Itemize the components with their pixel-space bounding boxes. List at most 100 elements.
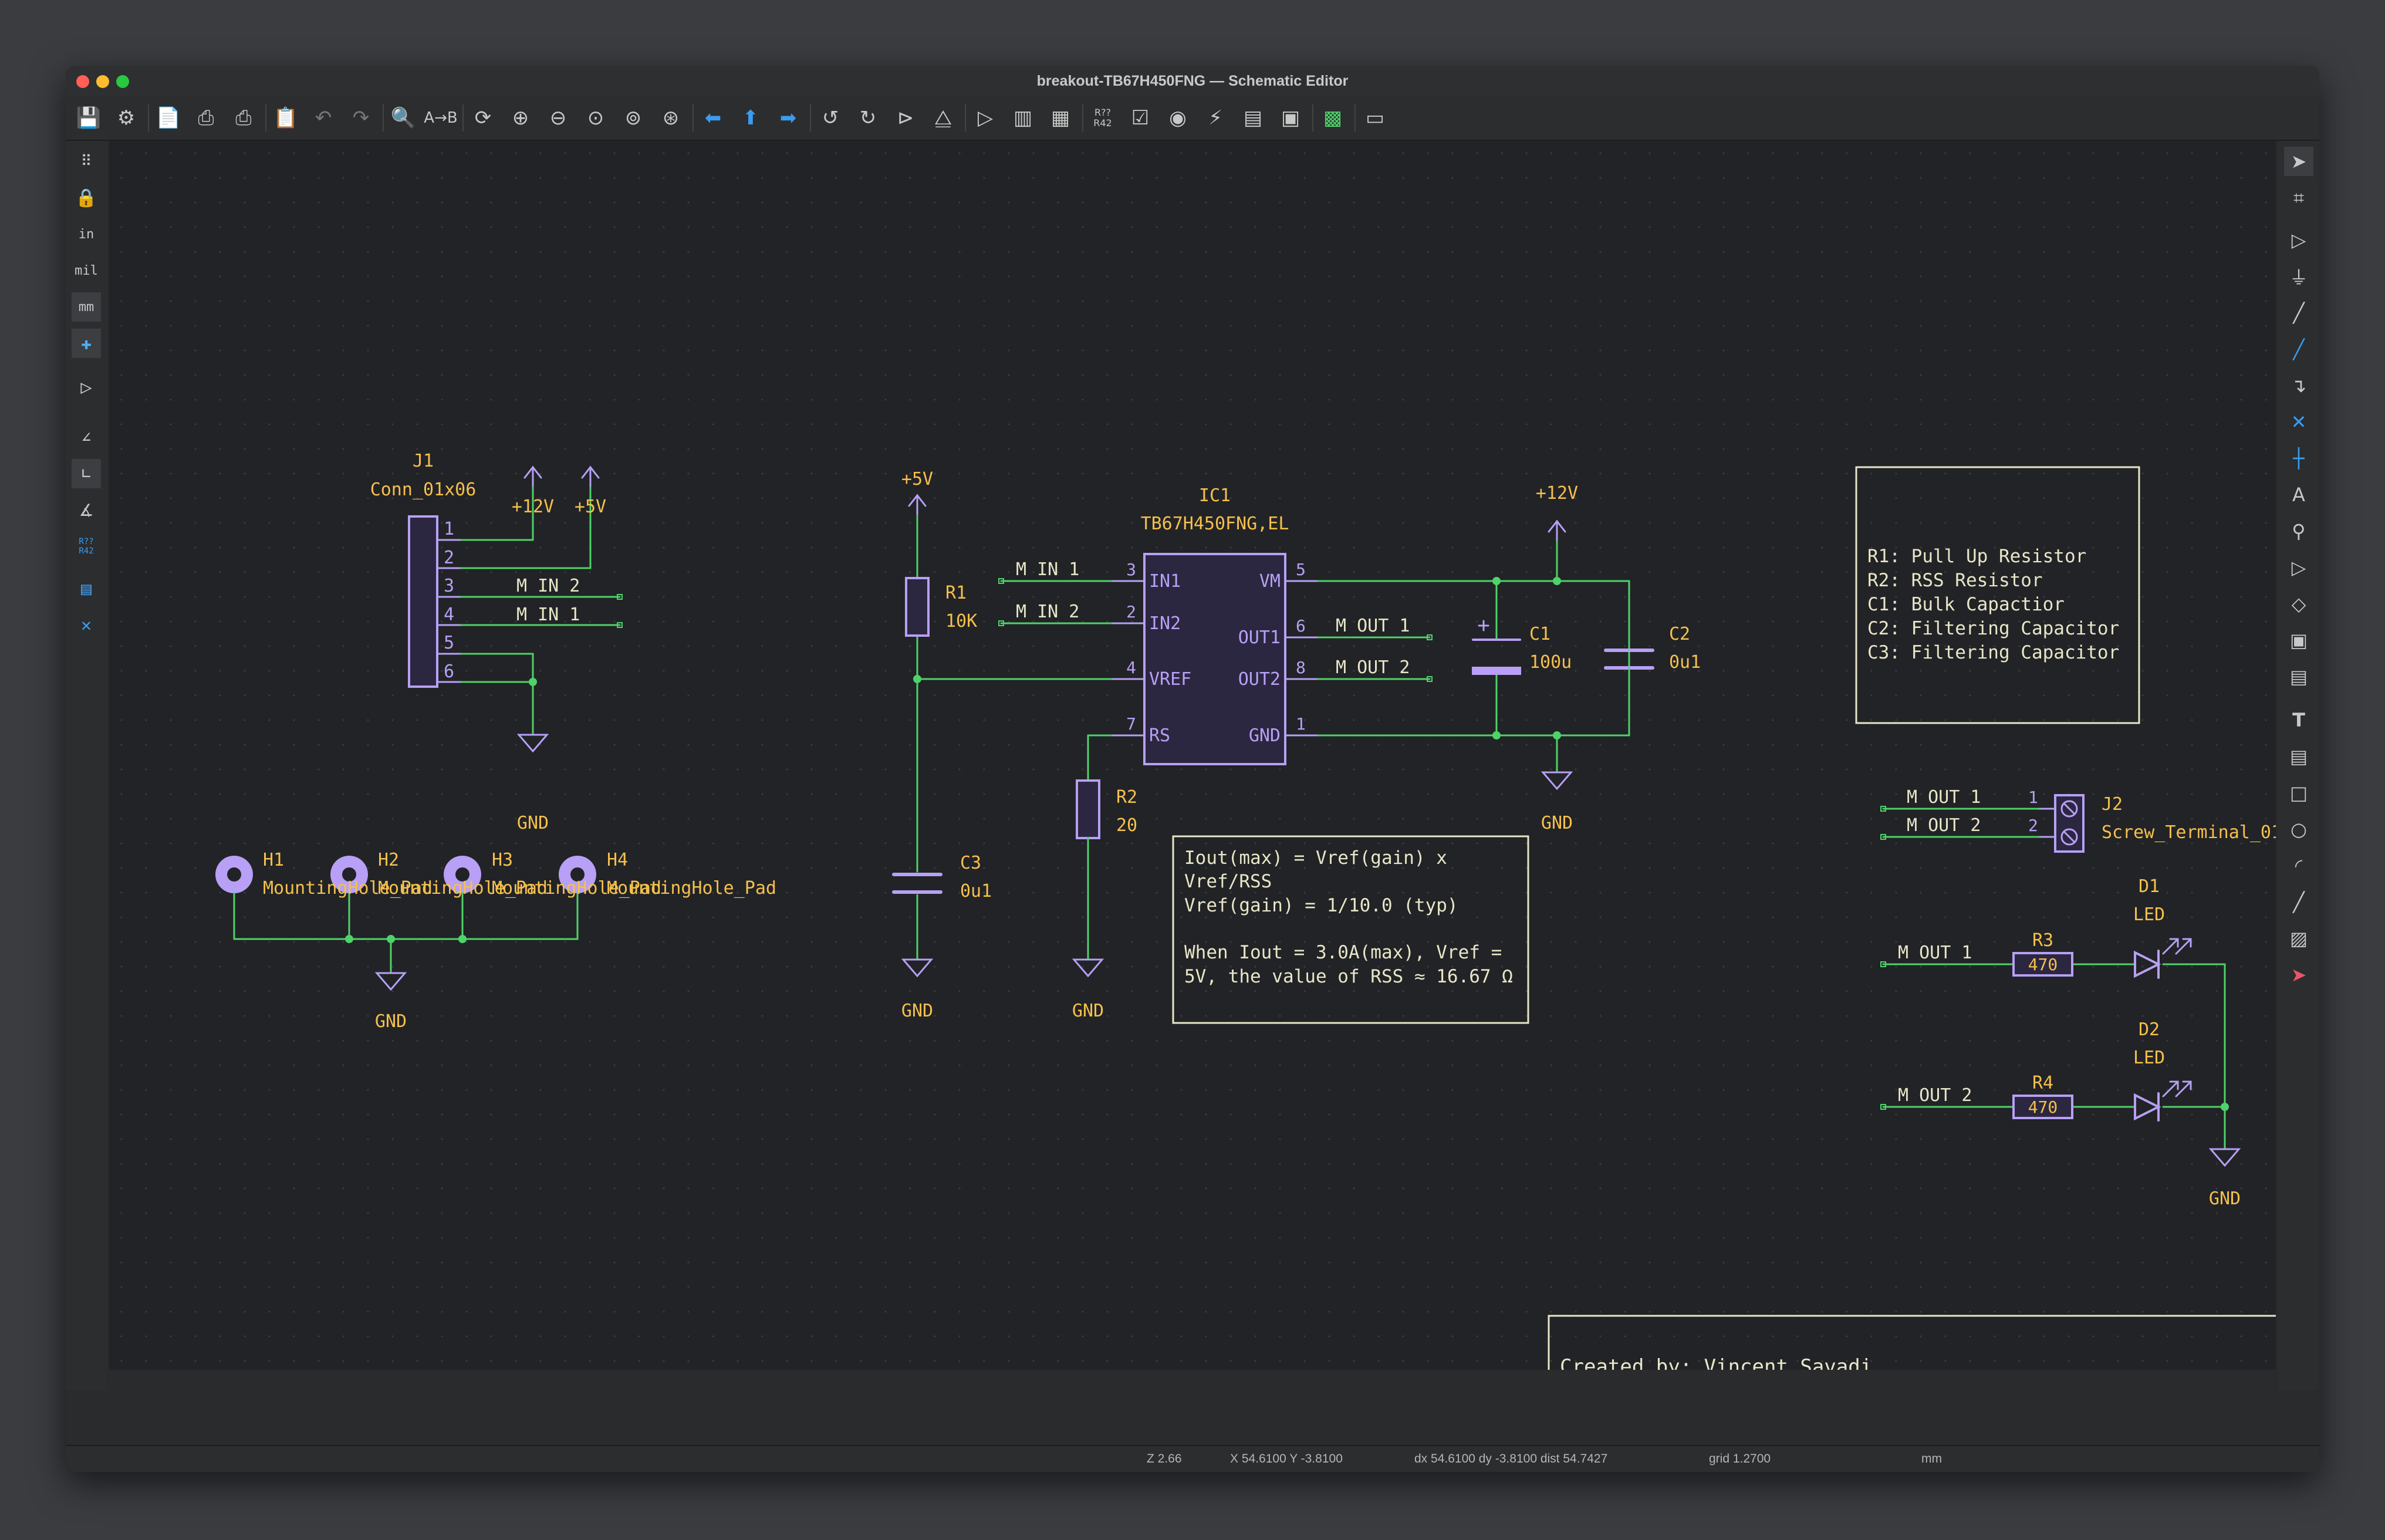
redo-icon[interactable]: ↷ [346, 103, 376, 133]
add-textbox-icon[interactable]: ▤ [2284, 742, 2313, 771]
d1-value: LED [2133, 904, 2165, 925]
add-rectangle-icon[interactable]: □ [2284, 778, 2313, 808]
h2-reference: H2 [378, 850, 399, 870]
d2-led[interactable] [2134, 1080, 2192, 1122]
paste-icon[interactable]: 📋 [271, 103, 300, 133]
gnd-symbol-j1[interactable] [516, 734, 549, 753]
add-image-icon[interactable]: ▨ [2284, 924, 2313, 953]
r2-gnd-label: GND [1072, 1001, 1104, 1021]
j2-label-mout1: M OUT 1 [1907, 787, 1981, 808]
minimize-window-button[interactable] [96, 75, 109, 88]
find-replace-icon[interactable]: A→B [424, 103, 457, 133]
add-circle-icon[interactable]: ○ [2284, 815, 2313, 844]
rotate-ccw-icon[interactable]: ↺ [816, 103, 845, 133]
zoom-in-icon[interactable]: ⊕ [506, 103, 535, 133]
zoom-fit-icon[interactable]: ⊙ [581, 103, 610, 133]
bom-icon[interactable]: ▤ [1238, 103, 1268, 133]
symbol-browser-icon[interactable]: ▥ [1008, 103, 1038, 133]
gnd-symbol-ic[interactable] [1541, 771, 1573, 791]
highlight-net-icon[interactable]: ⌗ [2284, 183, 2313, 212]
r1-resistor[interactable] [905, 577, 930, 637]
add-bus-entry-icon[interactable]: ↴ [2284, 371, 2313, 400]
power-12v-j1[interactable] [523, 465, 542, 487]
hierarchy-navigator-icon[interactable]: ▷ [72, 372, 101, 401]
undo-icon[interactable]: ↶ [309, 103, 338, 133]
settings-tools-icon[interactable]: ✕ [72, 610, 101, 640]
units-mil-button[interactable]: mil [72, 256, 101, 285]
j1-5v-label: +5V [575, 497, 606, 517]
add-text-icon[interactable]: T [2284, 705, 2313, 735]
save-icon[interactable]: 💾 [74, 103, 103, 133]
netlist-icon[interactable]: ⚡ [1201, 103, 1230, 133]
symbol-editor-icon[interactable]: ▷ [971, 103, 1000, 133]
zoom-objects-icon[interactable]: ⊚ [619, 103, 648, 133]
add-wire-icon[interactable]: ╱ [2284, 298, 2313, 327]
grid-toggle-icon[interactable]: ⠿ [72, 147, 101, 176]
r4-reference: R4 [2032, 1073, 2053, 1093]
add-junction-icon[interactable]: ┼ [2284, 444, 2313, 473]
import-sheet-pin-icon[interactable]: ▤ [2284, 662, 2313, 691]
navigate-up-icon[interactable]: ⬆ [736, 103, 765, 133]
schematic-setup-icon[interactable]: ⚙ [112, 103, 141, 133]
navigate-back-icon[interactable]: ⬅ [698, 103, 728, 133]
add-arc-icon[interactable]: ◜ [2284, 851, 2313, 880]
r2-value: 20 [1116, 815, 1137, 836]
units-mm-button[interactable]: mm [72, 292, 101, 322]
no-connect-icon[interactable]: ✕ [2284, 407, 2313, 437]
maximize-window-button[interactable] [116, 75, 129, 88]
add-symbol-icon[interactable]: ▷ [2284, 225, 2313, 255]
find-icon[interactable]: 🔍 [389, 103, 418, 133]
annotate-icon[interactable]: R?? R42 [1088, 103, 1117, 133]
power-5v-r1[interactable] [908, 494, 927, 515]
j2-terminal[interactable] [2039, 794, 2085, 853]
ic1-pin-num-3: 3 [1126, 560, 1136, 579]
add-global-label-icon[interactable]: ▷ [2284, 553, 2313, 582]
d1-led[interactable] [2134, 938, 2192, 979]
annotate-left-icon[interactable]: R?? R42 [72, 532, 101, 561]
refresh-icon[interactable]: ⟳ [468, 103, 498, 133]
add-sheet-icon[interactable]: ▣ [2284, 626, 2313, 655]
gnd-symbol-c3[interactable] [901, 958, 934, 978]
bom-generate-icon[interactable]: ▣ [1276, 103, 1305, 133]
mirror-h-icon[interactable]: ⧋ [928, 103, 958, 133]
page-settings-icon[interactable]: 📄 [154, 103, 183, 133]
power-12v-ic[interactable] [1548, 519, 1566, 541]
simulator-icon[interactable]: ◉ [1163, 103, 1192, 133]
gnd-symbol-leds[interactable] [2208, 1148, 2241, 1167]
delete-tool-icon[interactable]: ➤ [2284, 960, 2313, 989]
line-mode-free-icon[interactable]: ∠ [72, 423, 101, 452]
add-label-icon[interactable]: A [2284, 480, 2313, 509]
erc-icon[interactable]: ☑ [1126, 103, 1155, 133]
footprint-assign-icon[interactable]: ▦ [1046, 103, 1075, 133]
j1-reference: J1 [413, 451, 434, 471]
mirror-v-icon[interactable]: ⊳ [891, 103, 920, 133]
add-net-class-icon[interactable]: ⚲ [2284, 516, 2313, 546]
r2-resistor[interactable] [1076, 779, 1100, 839]
navigate-forward-icon[interactable]: ➡ [773, 103, 803, 133]
add-line-icon[interactable]: ╱ [2284, 887, 2313, 917]
select-arrow-icon[interactable]: ➤ [2284, 147, 2313, 176]
schematic-canvas[interactable]: 1 2 3 4 5 6 J1 Conn_01x06 M IN 2 M IN 1 … [109, 141, 2276, 1389]
properties-panel-icon[interactable]: ▤ [72, 574, 101, 603]
line-mode-45-icon[interactable]: ∡ [72, 495, 101, 525]
line-mode-90-icon[interactable]: ∟ [72, 459, 101, 488]
add-bus-icon[interactable]: ╱ [2284, 335, 2313, 364]
plot-icon[interactable]: ⎙ [229, 103, 258, 133]
zoom-selection-icon[interactable]: ⊛ [656, 103, 685, 133]
lock-icon[interactable]: 🔒 [72, 183, 101, 212]
power-5v-j1[interactable] [581, 465, 600, 487]
c3-capacitor[interactable] [892, 873, 942, 894]
crosshair-icon[interactable]: ✚ [72, 329, 101, 358]
units-inch-button[interactable]: in [72, 219, 101, 249]
add-power-icon[interactable]: ⏚ [2284, 262, 2313, 291]
close-window-button[interactable] [76, 75, 89, 88]
gnd-symbol-r2[interactable] [1072, 958, 1104, 978]
rotate-cw-icon[interactable]: ↻ [853, 103, 883, 133]
pcb-editor-icon[interactable]: ▩ [1318, 103, 1347, 133]
zoom-out-icon[interactable]: ⊖ [543, 103, 573, 133]
print-icon[interactable]: ⎙ [191, 103, 221, 133]
scripting-console-icon[interactable]: ▭ [1360, 103, 1390, 133]
c2-reference: C2 [1669, 624, 1690, 644]
gnd-symbol-holes[interactable] [374, 972, 407, 991]
add-hier-label-icon[interactable]: ◇ [2284, 589, 2313, 619]
